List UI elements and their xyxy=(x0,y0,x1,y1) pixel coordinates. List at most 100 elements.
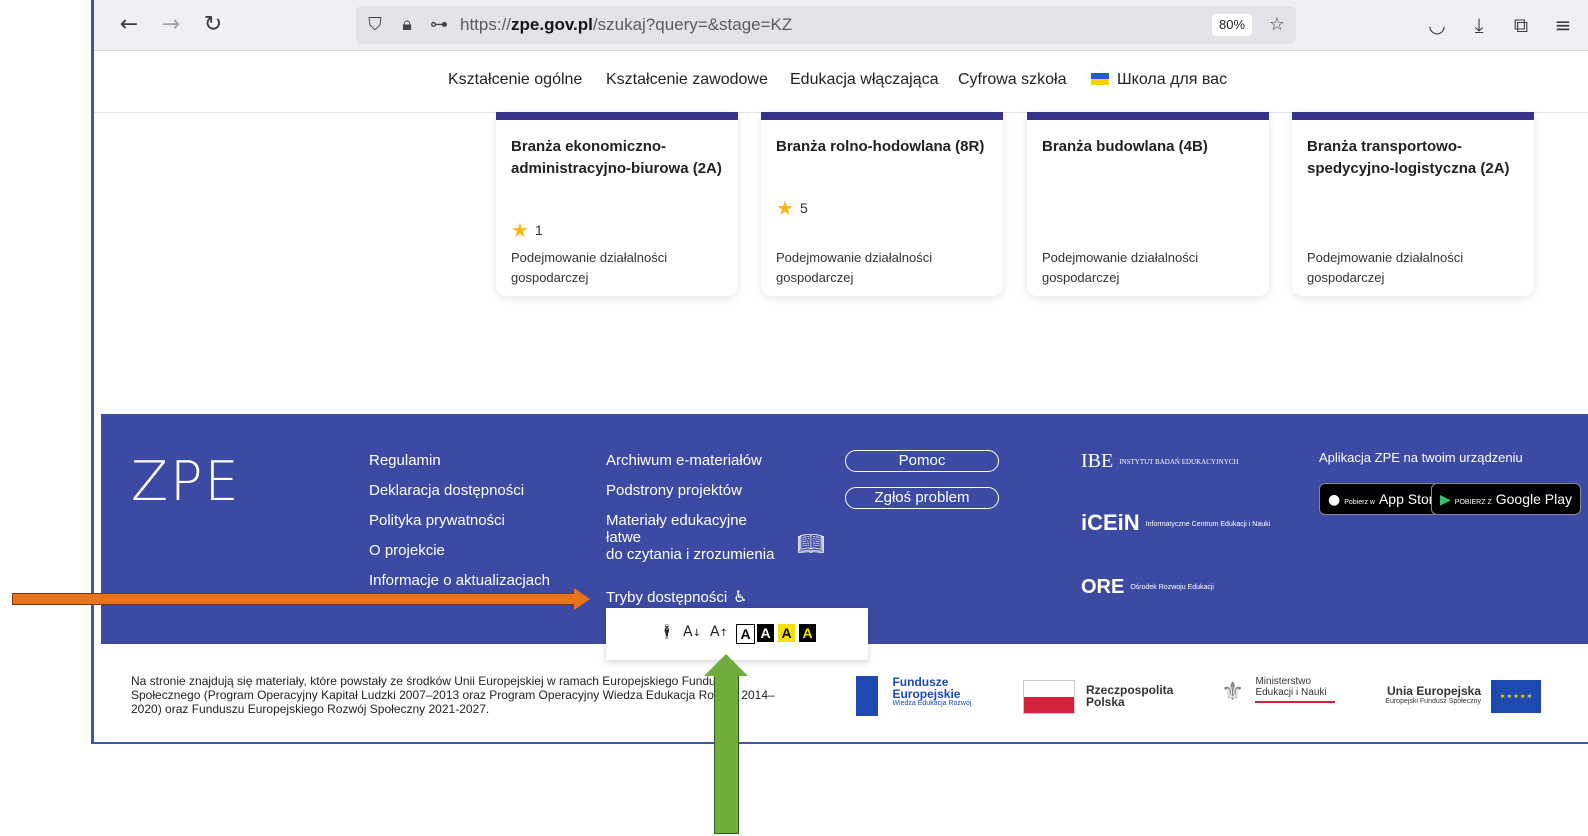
fe-mark-icon xyxy=(856,676,878,716)
ue-logo-text: Unia Europejska Europejski Fundusz Społe… xyxy=(1371,684,1481,705)
arrow-up-icon: ↑ xyxy=(719,628,728,639)
ue-sub: Europejski Fundusz Społeczny xyxy=(1385,698,1481,705)
footer-link-regulamin[interactable]: Regulamin xyxy=(369,452,441,469)
url-path: /szukaj?query=&stage=KZ xyxy=(592,15,793,34)
google-play-small: POBIERZ Z xyxy=(1454,499,1492,506)
footer-link-aktualizacje[interactable]: Informacje o aktualizacjach xyxy=(369,572,550,589)
ibe-logo-sub: INSTYTUT BADAŃ EDUKACYJNYCH xyxy=(1119,458,1239,467)
menu-icon[interactable]: ≡ xyxy=(1550,12,1576,38)
footer-link-archiwum[interactable]: Archiwum e-materiałów xyxy=(606,452,762,469)
card-accent-bar xyxy=(761,112,1003,120)
ore-logo[interactable]: ORE Ośrodek Rozwoju Edukacji xyxy=(1081,576,1214,599)
browser-toolbar: ← → ↻ ⛉ 🔒︎ ⊶ https://zpe.gov.pl/szukaj?q… xyxy=(94,0,1588,51)
address-bar[interactable]: ⛉ 🔒︎ ⊶ https://zpe.gov.pl/szukaj?query=&… xyxy=(356,6,1296,44)
help-button[interactable]: Pomoc xyxy=(845,450,999,472)
font-decrease-button[interactable]: A↓ xyxy=(683,624,701,640)
shield-icon[interactable]: ⛉ xyxy=(364,14,386,36)
permissions-icon[interactable]: ⊶ xyxy=(428,14,450,36)
back-icon[interactable]: ← xyxy=(116,12,142,38)
footer-link-podstrony[interactable]: Podstrony projektów xyxy=(606,482,742,499)
contrast-yellow-black-button[interactable]: A xyxy=(778,624,795,642)
url-prefix: https:// xyxy=(460,15,512,34)
result-card[interactable]: Branża budowlana (4B) Podejmowanie dział… xyxy=(1027,112,1269,296)
google-play-button[interactable]: ▶ POBIERZ Z Google Play xyxy=(1431,483,1582,515)
accessibility-popup: 🕴︎ A↓ A↑ A A A A xyxy=(606,608,868,660)
nav-item-cyfrowa-szkola[interactable]: Cyfrowa szkoła xyxy=(958,71,1066,89)
nav-item-edukacja-wlaczajaca[interactable]: Edukacja włączająca xyxy=(790,71,939,89)
card-accent-bar xyxy=(1027,112,1269,120)
men-logo: ⚜ Ministerstwo Edukacji i Nauki xyxy=(1221,676,1336,708)
font-decrease-label: A xyxy=(683,624,693,640)
footer-link-tryby-label: Tryby dostępności xyxy=(606,589,728,606)
card-category: Podejmowanie działalności gospodarczej xyxy=(511,250,668,285)
footer-link-materialy-line2: do czytania i zrozumienia xyxy=(606,546,775,563)
card-accent-bar xyxy=(496,112,738,120)
icein-logo[interactable]: iCEiN Informatyczne Centrum Edukacji i Na… xyxy=(1081,510,1270,536)
eagle-icon: ⚜ xyxy=(1221,676,1245,706)
ore-logo-sub: Ośrodek Rozwoju Edukacji xyxy=(1130,584,1214,592)
footer-link-o-projekcie[interactable]: O projekcie xyxy=(369,542,445,559)
card-title[interactable]: Branża rolno-hodowlana (8R) xyxy=(776,136,991,158)
contrast-black-yellow-button[interactable]: A xyxy=(799,624,816,642)
arrow-down-icon: ↓ xyxy=(692,628,701,639)
footer-link-materialy-line1: Materiały edukacyjne łatwe xyxy=(606,512,747,546)
funding-text: Na stronie znajdują się materiały, które… xyxy=(131,674,775,716)
ukraine-flag-icon xyxy=(1091,73,1109,85)
green-annotation-arrow xyxy=(714,674,739,834)
report-problem-button[interactable]: Zgłoś problem xyxy=(845,487,999,509)
result-card[interactable]: Branża transportowo-spedycyjno-logistycz… xyxy=(1292,112,1534,296)
forward-icon[interactable]: → xyxy=(158,12,184,38)
poland-flag-icon xyxy=(1023,680,1075,714)
men-text: Ministerstwo Edukacji i Nauki xyxy=(1255,676,1336,703)
nav-item-ksztalcenie-zawodowe[interactable]: Kształcenie zawodowe xyxy=(606,71,768,89)
ibe-logo-text: IBE xyxy=(1081,450,1114,472)
card-category: Podejmowanie działalności gospodarczej xyxy=(1307,250,1464,285)
result-card[interactable]: Branża ekonomiczno-administracyjno-biuro… xyxy=(496,112,738,296)
footer-link-deklaracja[interactable]: Deklaracja dostępności xyxy=(369,482,524,499)
ibe-logo[interactable]: IBE INSTYTUT BADAŃ EDUKACYJNYCH xyxy=(1081,450,1238,473)
orange-annotation-arrow xyxy=(12,593,577,605)
zpe-logo[interactable]: ZPE xyxy=(131,450,241,513)
browser-window: ← → ↻ ⛉ 🔒︎ ⊶ https://zpe.gov.pl/szukaj?q… xyxy=(91,0,1588,744)
footer-link-tryby-dostepnosci[interactable]: Tryby dostępności ♿︎ xyxy=(606,587,748,606)
footer-link-polityka[interactable]: Polityka prywatności xyxy=(369,512,505,529)
contrast-default-button[interactable]: A xyxy=(736,624,755,644)
app-store-small: Pobierz w xyxy=(1344,499,1375,506)
star-icon: ★ xyxy=(511,220,529,242)
card-title[interactable]: Branża budowlana (4B) xyxy=(1042,136,1257,158)
nav-item-ukraine-label: Школа для вас xyxy=(1117,71,1228,88)
url-text[interactable]: https://zpe.gov.pl/szukaj?query=&stage=K… xyxy=(460,15,792,35)
lock-icon[interactable]: 🔒︎ xyxy=(396,14,418,36)
download-icon[interactable]: ⤓ xyxy=(1466,12,1492,38)
card-accent-bar xyxy=(1292,112,1534,120)
bookmark-star-icon[interactable]: ☆ xyxy=(1266,14,1288,36)
result-card[interactable]: Branża rolno-hodowlana (8R) ★ 5 Podejmowa… xyxy=(761,112,1003,296)
footer-link-materialy-latwe[interactable]: Materiały edukacyjne łatwe do czytania i … xyxy=(606,512,774,563)
extensions-icon[interactable]: ⧉ xyxy=(1508,12,1534,38)
easy-read-icon: 📖︎ xyxy=(797,532,825,557)
icein-logo-text: iCEiN xyxy=(1081,510,1140,535)
contrast-black-white-button[interactable]: A xyxy=(757,624,774,642)
accessibility-icon: ♿︎ xyxy=(733,587,748,606)
zoom-indicator[interactable]: 80% xyxy=(1212,14,1252,36)
star-icon: ★ xyxy=(776,198,794,220)
card-rating: ★ 1 xyxy=(511,218,543,243)
fe-title: Fundusze Europejskie xyxy=(892,675,961,701)
url-host: zpe.gov.pl xyxy=(511,15,593,34)
nav-item-ksztalcenie-ogolne[interactable]: Kształcenie ogólne xyxy=(448,71,582,89)
pocket-icon[interactable]: ◡ xyxy=(1424,12,1450,38)
accessibility-mode-icon[interactable]: 🕴︎ xyxy=(658,624,676,640)
card-title[interactable]: Branża ekonomiczno-administracyjno-biuro… xyxy=(511,136,726,180)
reload-icon[interactable]: ↻ xyxy=(200,12,226,38)
orange-arrow-head xyxy=(574,588,590,610)
card-rating-value: 1 xyxy=(534,222,543,238)
font-increase-button[interactable]: A↑ xyxy=(710,624,728,640)
green-arrow-head xyxy=(704,654,748,676)
icein-logo-sub: Informatyczne Centrum Edukacji i Nauki xyxy=(1145,520,1271,528)
card-rating-value: 5 xyxy=(799,200,808,216)
google-play-label: Google Play xyxy=(1495,491,1573,507)
ue-title: Unia Europejska xyxy=(1386,684,1481,698)
nav-item-ukraine[interactable]: Школа для вас xyxy=(1091,71,1227,89)
card-category: Podejmowanie działalności gospodarczej xyxy=(1042,250,1199,285)
card-title[interactable]: Branża transportowo-spedycyjno-logistycz… xyxy=(1307,136,1522,180)
